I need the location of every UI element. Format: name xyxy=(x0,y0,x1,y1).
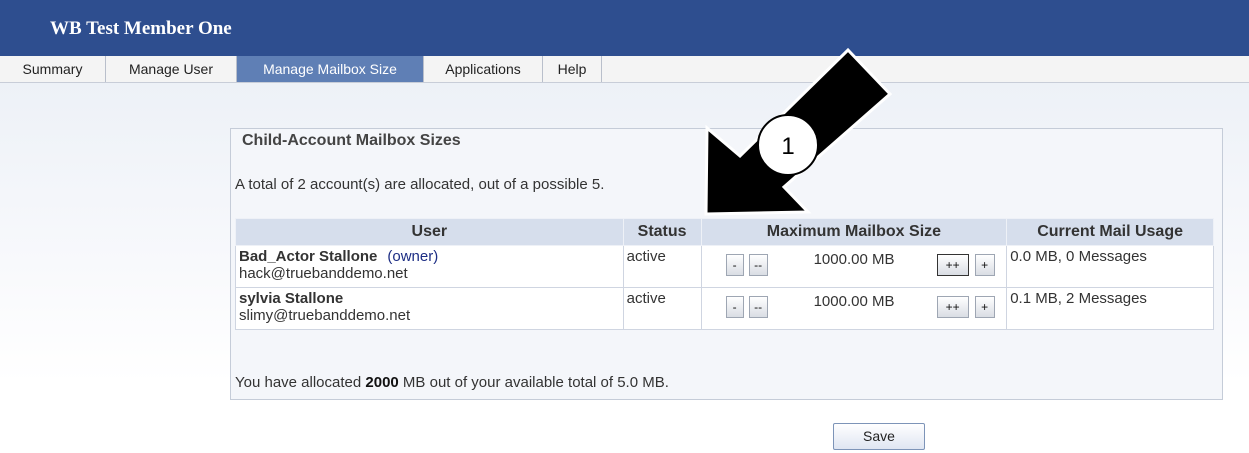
annotation-number: 1 xyxy=(781,133,794,160)
annotation-arrow: 1 xyxy=(704,47,893,216)
